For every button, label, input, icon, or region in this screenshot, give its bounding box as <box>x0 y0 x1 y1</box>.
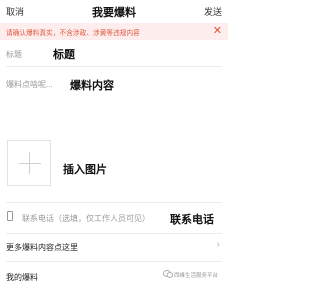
phone-overlay-label: 联系电话 <box>170 214 214 226</box>
chevron-right-icon: › <box>216 239 220 250</box>
top-bar: 取消 我要爆料 发送 <box>0 0 228 22</box>
more-content-link[interactable]: 更多爆料内容点这里 <box>6 242 78 253</box>
divider <box>6 66 222 67</box>
watermark-text: 西峰生活服务平台 <box>174 273 219 279</box>
close-icon[interactable]: ✕ <box>213 24 222 38</box>
title-overlay-label: 标题 <box>53 49 75 61</box>
content-input[interactable]: 爆料点啥呢... <box>6 79 53 90</box>
notice-text: 请确认爆料真实，不含涉政、涉黄等违规内容 <box>6 30 140 37</box>
divider <box>6 233 222 234</box>
phone-icon <box>7 211 13 221</box>
title-input[interactable]: 标题 <box>6 49 22 60</box>
content-overlay-label: 爆料内容 <box>70 80 114 92</box>
plus-icon-bar <box>19 163 41 164</box>
insert-image-label: 插入图片 <box>63 164 107 176</box>
divider <box>6 202 222 203</box>
add-image-button[interactable] <box>7 140 51 186</box>
divider <box>6 261 222 262</box>
notice-banner: 请确认爆料真实，不含涉政、涉黄等违规内容 ✕ <box>0 23 228 40</box>
page-title: 我要爆料 <box>92 7 136 19</box>
wechat-icon <box>163 270 173 278</box>
phone-input[interactable]: 联系电话（选填，仅工作人员可见） <box>22 213 150 224</box>
send-button[interactable]: 发送 <box>204 5 222 18</box>
my-reports-link[interactable]: 我的爆料 <box>6 272 38 283</box>
